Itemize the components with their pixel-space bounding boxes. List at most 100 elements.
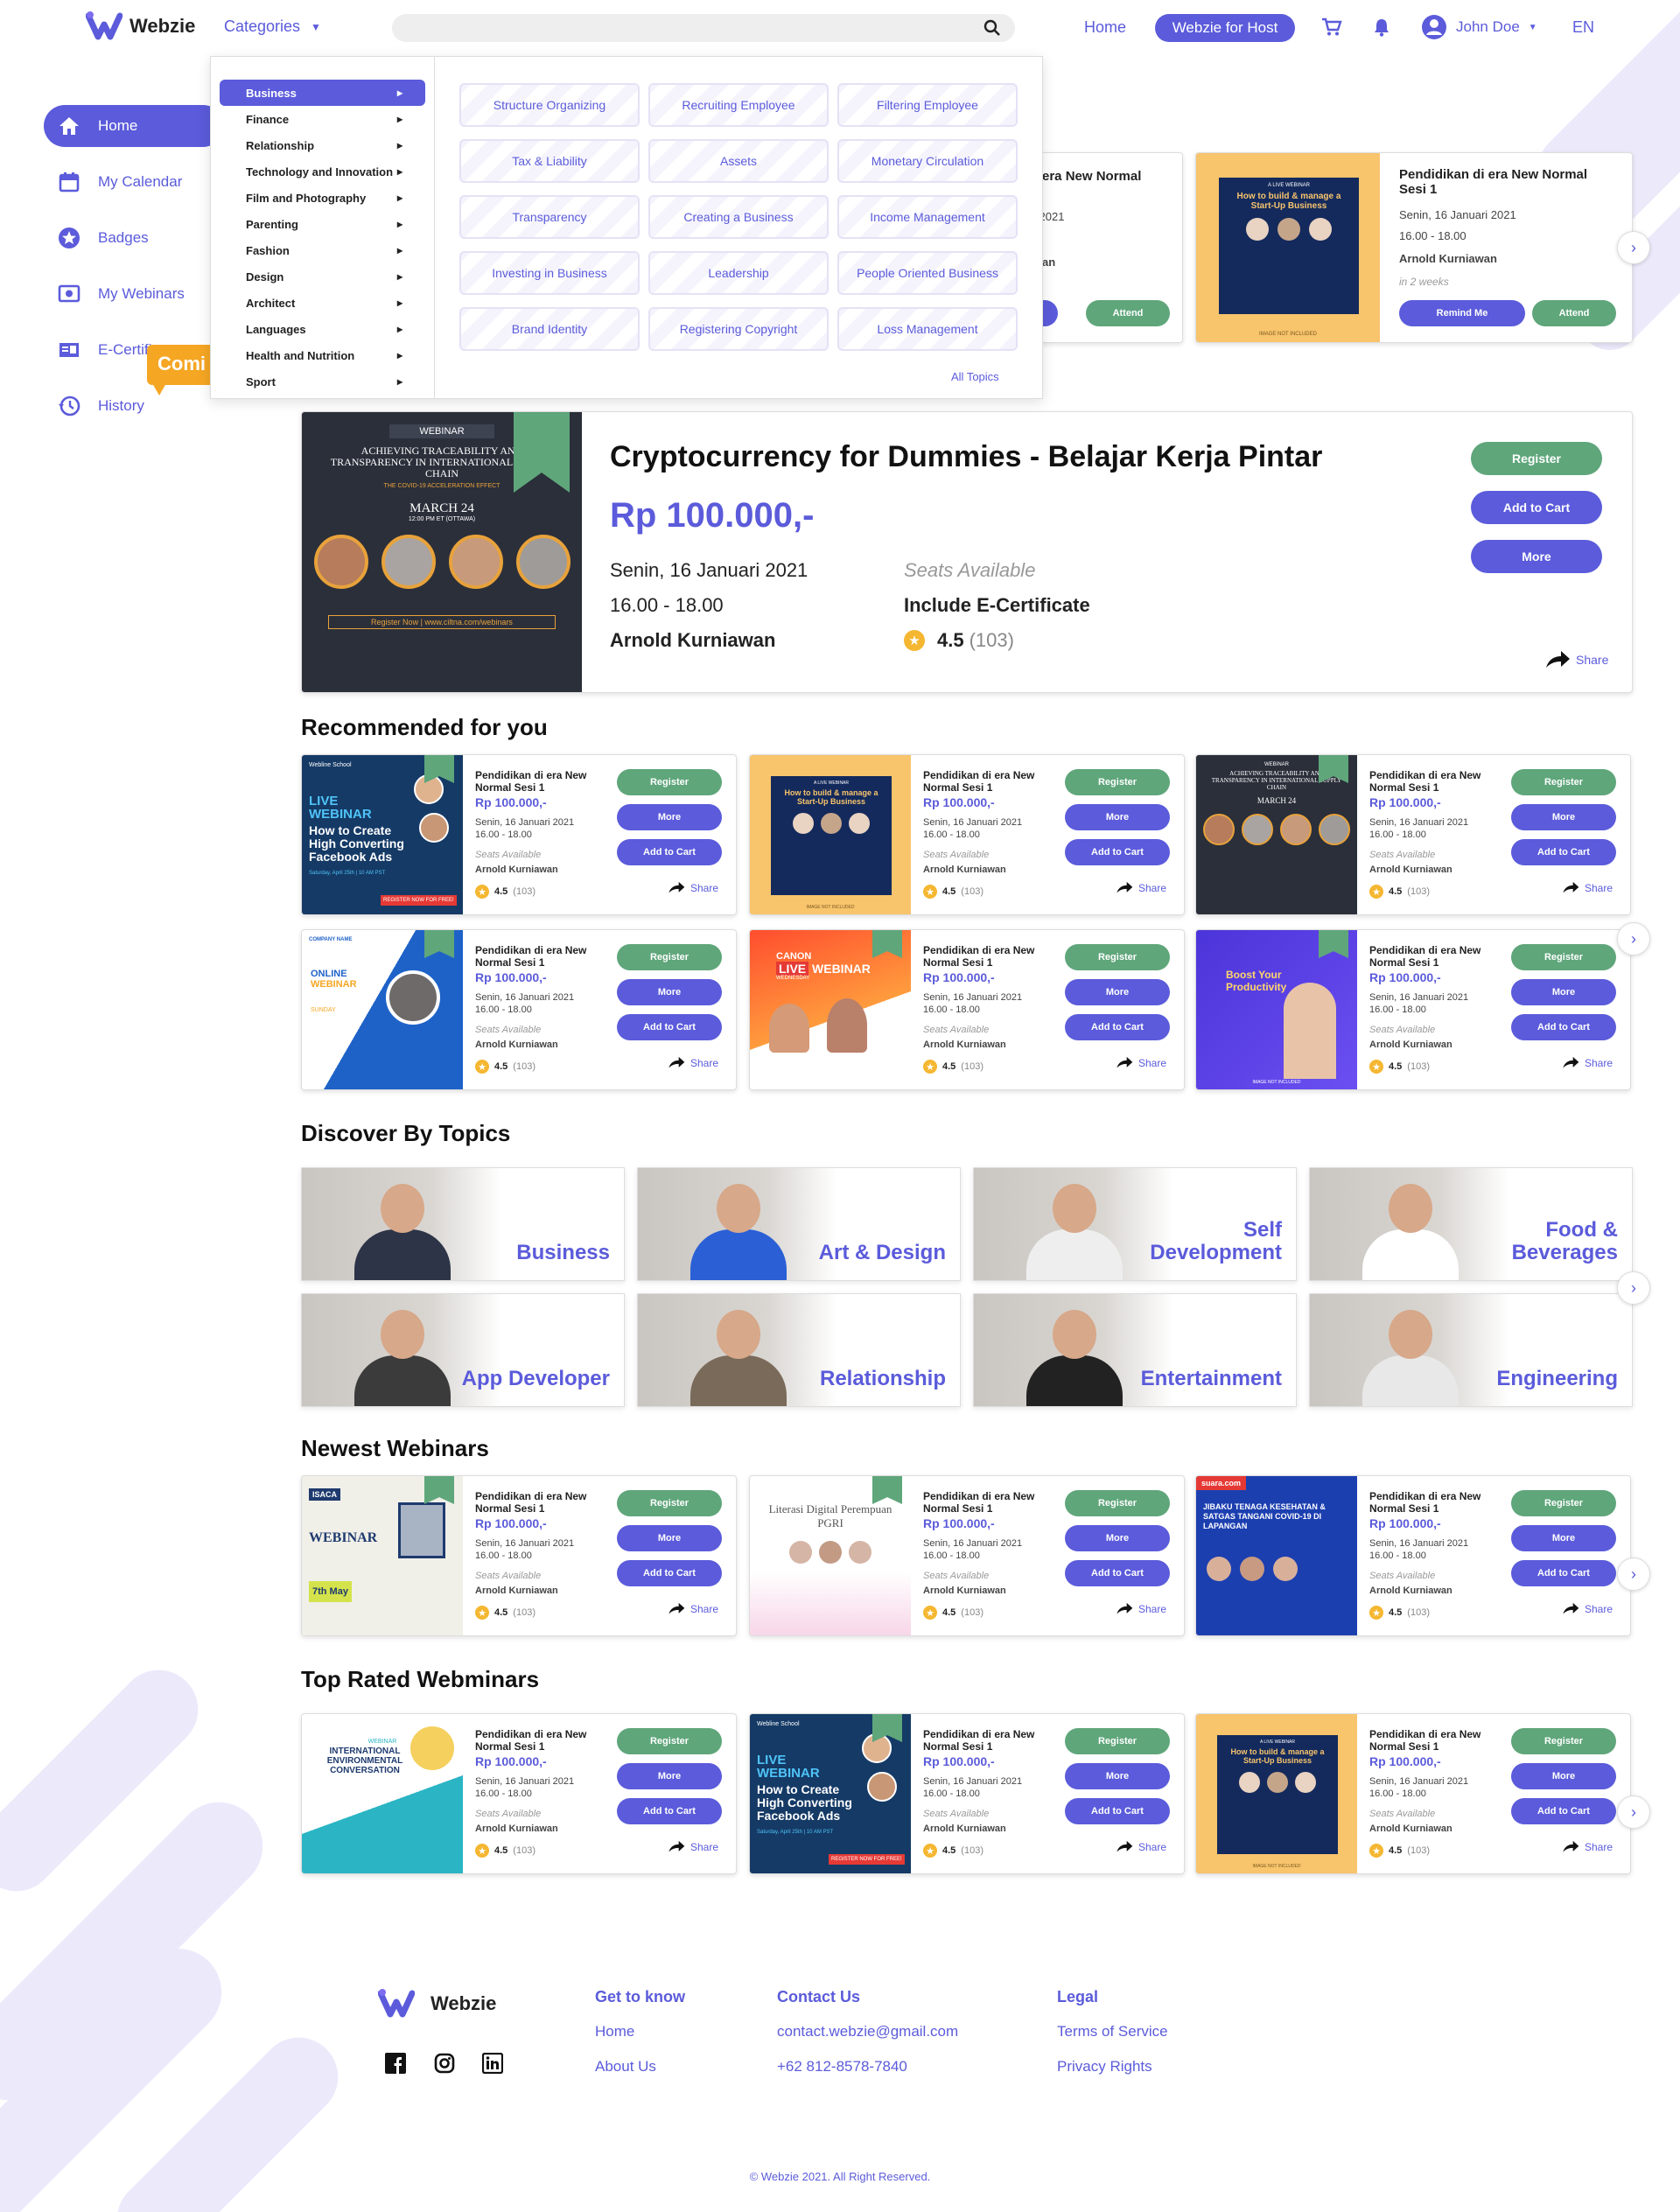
- category-item[interactable]: Health and Nutrition ▸: [220, 342, 425, 368]
- topic-chip[interactable]: Filtering Employee: [837, 83, 1018, 127]
- register-button[interactable]: Register: [617, 769, 722, 795]
- search-input[interactable]: [392, 14, 952, 42]
- instagram-icon[interactable]: [434, 2053, 455, 2074]
- webinar-card[interactable]: WEBINAR INTERNATIONAL ENVIRONMENTAL CONV…: [301, 1713, 737, 1874]
- category-item[interactable]: Languages ▸: [220, 316, 425, 342]
- category-item[interactable]: Sport ▸: [220, 368, 425, 395]
- more-button[interactable]: More: [1065, 804, 1170, 830]
- more-button[interactable]: More: [1511, 1763, 1616, 1789]
- more-button[interactable]: More: [617, 1525, 722, 1551]
- cart-icon[interactable]: [1321, 18, 1342, 37]
- attend-button[interactable]: Attend: [1532, 300, 1616, 326]
- more-button[interactable]: More: [1471, 540, 1602, 573]
- attend-button[interactable]: Attend: [1086, 300, 1170, 326]
- webinar-card[interactable]: COMPANY NAME ONLINE WEBINAR SUNDAY Pendi…: [301, 929, 737, 1090]
- topic-card[interactable]: Relationship: [637, 1293, 961, 1407]
- register-button[interactable]: Register: [617, 1490, 722, 1516]
- add-to-cart-button[interactable]: Add to Cart: [617, 1560, 722, 1586]
- share-button[interactable]: Share: [1116, 1840, 1166, 1853]
- more-button[interactable]: More: [1511, 804, 1616, 830]
- footer-phone[interactable]: +62 812-8578-7840: [777, 2058, 907, 2076]
- webinar-card[interactable]: Boost Your Productivity IMAGE NOT INCLUD…: [1195, 929, 1631, 1090]
- footer-link-terms[interactable]: Terms of Service: [1057, 2023, 1168, 2040]
- register-button[interactable]: Register: [1065, 1728, 1170, 1754]
- linkedin-icon[interactable]: [482, 2053, 503, 2074]
- share-button[interactable]: Share: [1562, 1056, 1613, 1069]
- topic-card[interactable]: Business: [301, 1167, 625, 1281]
- footer-link-home[interactable]: Home: [595, 2023, 634, 2040]
- category-item[interactable]: Business ▸: [220, 80, 425, 106]
- webinar-card[interactable]: A LIVE WEBINAR How to build & manage a S…: [1195, 1713, 1631, 1874]
- category-item[interactable]: Parenting ▸: [220, 211, 425, 237]
- topic-card[interactable]: Self Development: [973, 1167, 1297, 1281]
- add-to-cart-button[interactable]: Add to Cart: [617, 1014, 722, 1040]
- share-button[interactable]: Share: [1562, 1840, 1613, 1853]
- nav-home-link[interactable]: Home: [1084, 18, 1126, 37]
- add-to-cart-button[interactable]: Add to Cart: [1511, 839, 1616, 865]
- webinar-card[interactable]: CANON LIVE WEBINAR WEDNESDAY Pendidikan …: [749, 929, 1185, 1090]
- webinar-card[interactable]: Webline School LIVE WEBINAR How to Creat…: [749, 1713, 1185, 1874]
- share-button[interactable]: Share: [668, 1840, 718, 1853]
- bell-icon[interactable]: [1373, 18, 1390, 37]
- more-button[interactable]: More: [1511, 979, 1616, 1005]
- more-button[interactable]: More: [1065, 1525, 1170, 1551]
- share-button[interactable]: Share: [1562, 881, 1613, 894]
- more-button[interactable]: More: [617, 804, 722, 830]
- topic-card[interactable]: Entertainment: [973, 1293, 1297, 1407]
- more-button[interactable]: More: [617, 1763, 722, 1789]
- webinar-card[interactable]: Literasi Digital Perempuan PGRI Pendidik…: [749, 1475, 1185, 1636]
- topic-card[interactable]: Food & Beverages: [1309, 1167, 1633, 1281]
- topic-chip[interactable]: Leadership: [648, 251, 829, 295]
- host-button[interactable]: Webzie for Host: [1155, 14, 1295, 42]
- more-button[interactable]: More: [1065, 1763, 1170, 1789]
- share-button[interactable]: Share: [668, 881, 718, 894]
- sidebar-item-badges[interactable]: Badges: [44, 217, 224, 259]
- topic-chip[interactable]: Transparency: [459, 195, 640, 239]
- add-to-cart-button[interactable]: Add to Cart: [617, 1798, 722, 1824]
- topic-chip[interactable]: Structure Organizing: [459, 83, 640, 127]
- topic-chip[interactable]: Tax & Liability: [459, 139, 640, 183]
- topic-chip[interactable]: Assets: [648, 139, 829, 183]
- register-button[interactable]: Register: [1511, 1490, 1616, 1516]
- topic-card[interactable]: Art & Design: [637, 1167, 961, 1281]
- add-to-cart-button[interactable]: Add to Cart: [617, 839, 722, 865]
- upcoming-card-partial[interactable]: era New Normal i 2021 an Attend: [1032, 152, 1183, 343]
- topic-chip[interactable]: Creating a Business: [648, 195, 829, 239]
- sidebar-item-history[interactable]: History: [44, 385, 224, 427]
- category-item[interactable]: Relationship ▸: [220, 132, 425, 158]
- share-button[interactable]: Share: [1116, 1056, 1166, 1069]
- brand-logo[interactable]: Webzie: [86, 10, 195, 42]
- sidebar-item-calendar[interactable]: My Calendar: [44, 161, 224, 203]
- topic-chip[interactable]: Loss Management: [837, 307, 1018, 351]
- register-button[interactable]: Register: [1511, 944, 1616, 970]
- add-to-cart-button[interactable]: Add to Cart: [1511, 1560, 1616, 1586]
- share-button[interactable]: Share: [1562, 1602, 1613, 1615]
- register-button[interactable]: Register: [1511, 769, 1616, 795]
- share-button[interactable]: Share: [1116, 1602, 1166, 1615]
- search-bar[interactable]: [392, 14, 1015, 42]
- register-button[interactable]: Register: [617, 944, 722, 970]
- language-switch[interactable]: EN: [1572, 18, 1594, 37]
- next-arrow-button[interactable]: ›: [1617, 1796, 1650, 1829]
- share-button[interactable]: Share: [1544, 650, 1608, 669]
- add-to-cart-button[interactable]: Add to Cart: [1511, 1798, 1616, 1824]
- add-to-cart-button[interactable]: Add to Cart: [1511, 1014, 1616, 1040]
- topic-chip[interactable]: Recruiting Employee: [648, 83, 829, 127]
- upcoming-card[interactable]: A LIVE WEBINAR How to build & manage a S…: [1195, 152, 1633, 343]
- category-item[interactable]: Architect ▸: [220, 290, 425, 316]
- add-to-cart-button[interactable]: Add to Cart: [1065, 839, 1170, 865]
- next-arrow-button[interactable]: ›: [1617, 231, 1650, 264]
- topic-chip[interactable]: Investing in Business: [459, 251, 640, 295]
- footer-link-privacy[interactable]: Privacy Rights: [1057, 2058, 1152, 2076]
- webinar-card[interactable]: Webline School LIVE WEBINAR How to Creat…: [301, 754, 737, 915]
- footer-email[interactable]: contact.webzie@gmail.com: [777, 2023, 958, 2040]
- search-icon[interactable]: [984, 19, 1001, 37]
- share-button[interactable]: Share: [668, 1056, 718, 1069]
- categories-menu[interactable]: Categories ▼: [224, 18, 321, 36]
- webinar-card[interactable]: ISACA WEBINAR 7th May Pendidikan di era …: [301, 1475, 737, 1636]
- share-button[interactable]: Share: [668, 1602, 718, 1615]
- footer-brand-logo[interactable]: Webzie: [378, 1988, 496, 2020]
- category-item[interactable]: Fashion ▸: [220, 237, 425, 263]
- register-button[interactable]: Register: [1065, 1490, 1170, 1516]
- register-button[interactable]: Register: [617, 1728, 722, 1754]
